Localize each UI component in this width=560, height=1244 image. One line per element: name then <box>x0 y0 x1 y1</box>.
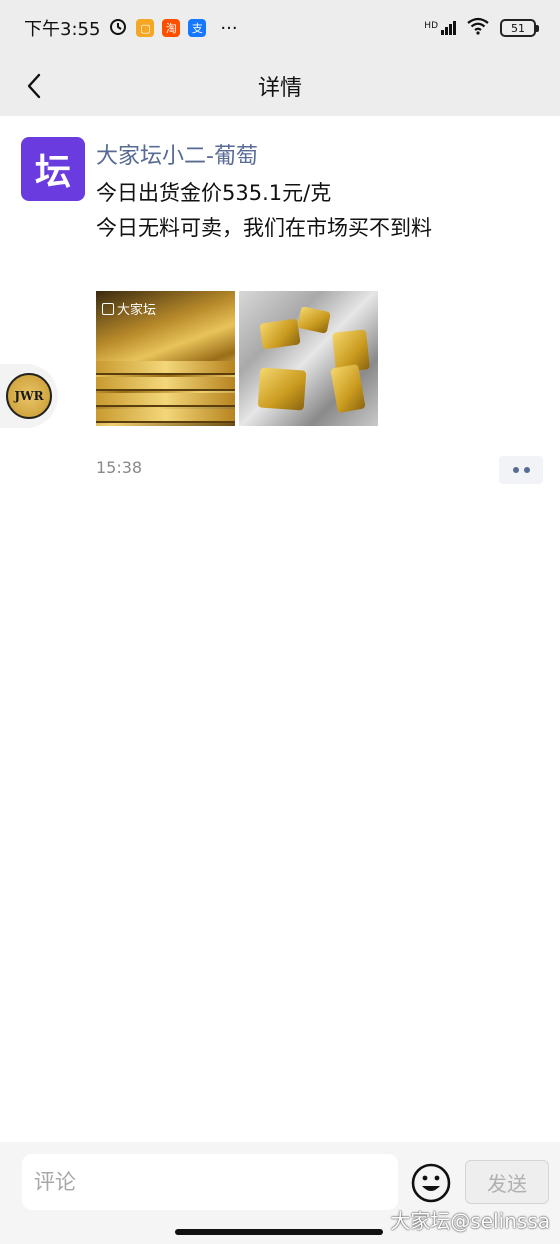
status-left: 下午3:55 ▢ 淘 支 ··· <box>24 15 238 41</box>
photo-grid: 大家坛 <box>96 291 378 426</box>
battery-icon: 51 <box>500 19 539 37</box>
more-actions-button[interactable] <box>499 456 543 484</box>
status-bar: 下午3:55 ▢ 淘 支 ··· HD 51 <box>0 0 560 56</box>
avatar-label: 坛 <box>34 152 71 193</box>
jwr-logo-icon: JWR <box>6 373 52 419</box>
home-indicator[interactable] <box>175 1229 383 1235</box>
comment-input[interactable] <box>22 1154 398 1210</box>
nav-bar: 详情 <box>0 56 560 116</box>
send-button[interactable]: 发送 <box>465 1160 549 1204</box>
dot-icon <box>512 467 519 473</box>
wifi-icon <box>466 17 490 40</box>
taobao-app-icon: 淘 <box>162 19 181 37</box>
page-title: 详情 <box>257 76 302 101</box>
avatar[interactable]: 坛 <box>21 137 85 201</box>
battery-level: 51 <box>511 21 525 35</box>
more-notifications-icon: ··· <box>220 17 238 39</box>
chevron-left-icon <box>27 73 41 99</box>
smiley-icon <box>411 1163 451 1203</box>
jwr-logo-text: JWR <box>14 389 44 403</box>
photo-watermark: 大家坛 <box>102 299 156 318</box>
emoji-button[interactable] <box>410 1162 452 1204</box>
alipay-app-icon: 支 <box>188 19 207 37</box>
watermark-logo-icon <box>102 302 114 315</box>
hd-label: HD <box>424 21 438 31</box>
photo-watermark-text: 大家坛 <box>117 303 157 318</box>
image-watermark: 大家坛@selinssa <box>390 1209 550 1233</box>
post-timestamp: 15:38 <box>96 458 143 477</box>
back-button[interactable] <box>14 66 54 106</box>
status-right: HD 51 <box>424 17 539 40</box>
post-text-line: 今日出货金价535.1元/克 <box>96 181 332 205</box>
floating-badge[interactable]: JWR <box>0 364 58 428</box>
alarm-icon <box>108 16 128 41</box>
photo-gold-nuggets[interactable] <box>239 291 378 426</box>
dot-icon <box>523 467 530 473</box>
status-time: 下午3:55 <box>24 19 101 40</box>
photo-gold-bars[interactable]: 大家坛 <box>96 291 235 426</box>
post-text: 今日出货金价535.1元/克 今日无料可卖，我们在市场买不到料 <box>96 176 536 246</box>
signal-icon: HD <box>424 21 456 35</box>
notes-app-icon: ▢ <box>136 19 155 37</box>
post-text-line: 今日无料可卖，我们在市场买不到料 <box>96 216 432 240</box>
author-name[interactable]: 大家坛小二-葡萄 <box>96 138 258 170</box>
